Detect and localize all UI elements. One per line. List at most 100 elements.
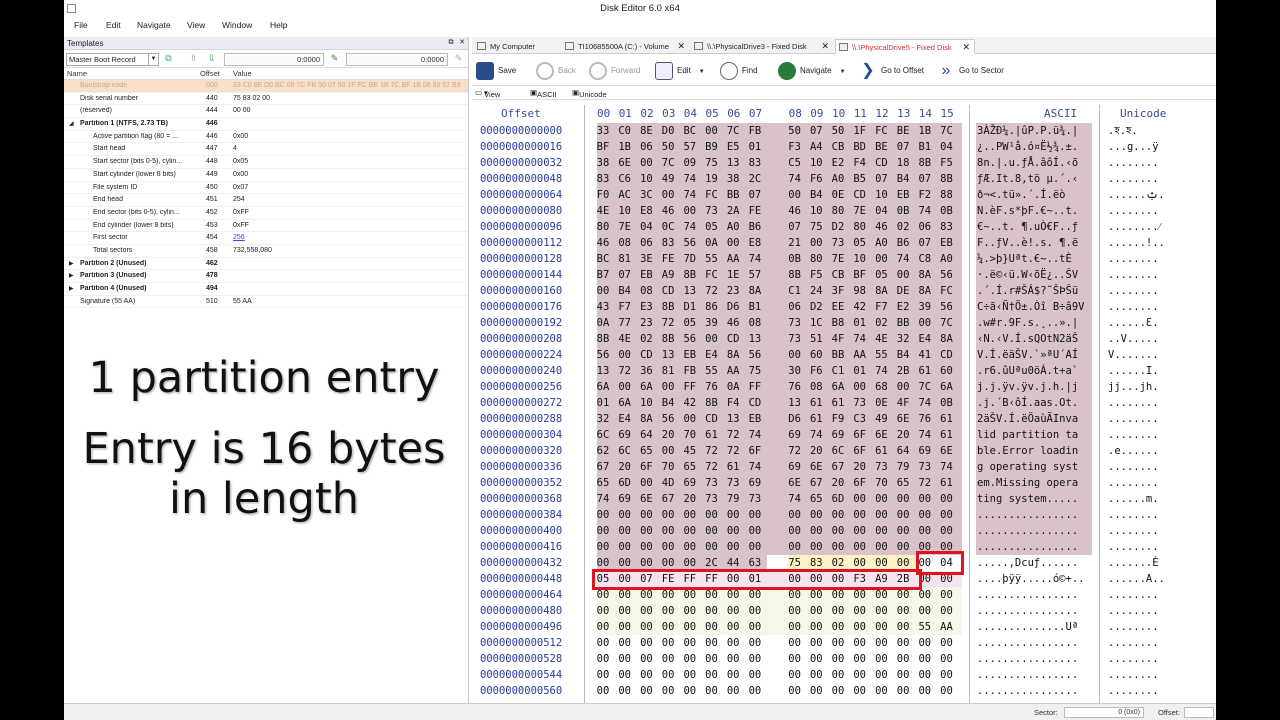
hex-byte[interactable]: 00 [724,651,742,667]
hex-byte[interactable]: 00 [807,539,825,555]
hex-byte[interactable]: AA [724,363,742,379]
hex-byte[interactable]: 83 [746,155,764,171]
hex-row[interactable]: 33 C0 8E D0 BC 00 7C FB 50 07 50 1F FC BE 1B 7C [597,123,967,139]
hex-byte[interactable]: FC [703,267,721,283]
hex-byte[interactable]: 55 [703,363,721,379]
hex-byte[interactable]: F3 [786,139,804,155]
hex-byte[interactable]: D6 [724,299,742,315]
hex-byte[interactable]: 00 [616,635,634,651]
hex-byte[interactable]: C1 [786,283,804,299]
hex-byte[interactable]: B4 [659,395,677,411]
hex-byte[interactable]: 00 [829,651,847,667]
hex-byte[interactable]: 00 [829,635,847,651]
ascii-row[interactable]: .....,Dcuƒ...... [977,555,1097,571]
hex-byte[interactable]: 13 [594,363,612,379]
hex-byte[interactable]: 4E [616,331,634,347]
hex-byte[interactable]: BB [724,187,742,203]
close-tab-icon[interactable]: ✕ [677,39,685,54]
hex-byte[interactable]: 00 [703,683,721,699]
hex-byte[interactable]: 00 [746,667,764,683]
hex-byte[interactable]: 72 [616,363,634,379]
hex-byte[interactable]: 00 [851,523,869,539]
hex-byte[interactable]: 76 [786,379,804,395]
hex-byte[interactable]: 13 [724,411,742,427]
hex-byte[interactable]: 02 [894,219,912,235]
template-row[interactable]: Partition 1 (NTFS, 2.73 TB) ◢ 446 [64,118,468,131]
hex-row[interactable]: 46 08 06 83 56 0A 00 E8 21 00 73 05 A0 B6 07 EB [597,235,967,251]
hex-byte[interactable]: 00 [724,603,742,619]
hex-byte[interactable]: 06 [916,219,934,235]
hex-byte[interactable]: 00 [659,619,677,635]
hex-byte[interactable]: 3E [637,251,655,267]
hex-byte[interactable]: 08 [746,315,764,331]
offset-field-2[interactable]: 0:0000 [346,53,448,66]
hex-byte[interactable]: 67 [807,475,825,491]
hex-byte[interactable]: 01 [594,395,612,411]
template-row[interactable]: First sector 454 256 [64,232,468,245]
go-to-sector-button[interactable]: » Go to Sector [937,62,1004,80]
hex-byte[interactable]: 80 [594,219,612,235]
hex-byte[interactable]: 00 [616,651,634,667]
hex-byte[interactable]: 00 [703,667,721,683]
hex-byte[interactable]: 02 [872,315,890,331]
ascii-row[interactable]: 3ÀŽÐ¼.|ûP.P.ü¾.| [977,123,1097,139]
hex-byte[interactable]: 00 [807,667,825,683]
hex-byte[interactable]: 00 [681,635,699,651]
hex-byte[interactable]: 73 [786,331,804,347]
hex-byte[interactable]: 00 [703,603,721,619]
hex-byte[interactable]: 00 [681,683,699,699]
hex-byte[interactable]: 61 [938,475,956,491]
hex-byte[interactable]: 57 [746,267,764,283]
hex-byte[interactable]: 00 [703,507,721,523]
hex-byte[interactable]: 00 [938,491,956,507]
hex-byte[interactable]: 00 [872,523,890,539]
hex-byte[interactable]: 07 [872,171,890,187]
hex-byte[interactable]: 00 [894,491,912,507]
hex-byte[interactable]: BC [594,251,612,267]
hex-byte[interactable]: 8A [746,283,764,299]
collapse-icon[interactable]: ◢ [69,120,74,127]
hex-byte[interactable]: 00 [807,619,825,635]
hex-byte[interactable]: 56 [681,331,699,347]
template-row[interactable]: End head 451 254 [64,194,468,207]
hex-byte[interactable]: 00 [894,603,912,619]
hex-byte[interactable]: 00 [681,203,699,219]
hex-byte[interactable]: 42 [681,395,699,411]
hex-byte[interactable]: EB [637,267,655,283]
hex-byte[interactable]: 00 [681,411,699,427]
hex-row[interactable]: 62 6C 65 00 45 72 72 6F 72 20 6C 6F 61 64 69 6E [597,443,967,459]
hex-byte[interactable]: 8E [637,123,655,139]
hex-byte[interactable]: 73 [746,491,764,507]
ascii-row[interactable]: V.Í.ëäŠV.`»ªU´AÍ [977,347,1097,363]
hex-byte[interactable]: 6F [851,475,869,491]
hex-byte[interactable]: 00 [872,507,890,523]
hex-byte[interactable]: 75 [746,363,764,379]
unicode-row[interactable]: ...g...ÿ [1108,139,1208,155]
ascii-row[interactable]: g operating syst [977,459,1097,475]
unicode-row[interactable]: ......m. [1108,491,1208,507]
hex-byte[interactable]: 20 [807,443,825,459]
hex-byte[interactable]: FF [746,379,764,395]
hex-byte[interactable]: 6E [872,427,890,443]
hex-byte[interactable]: 6F [851,427,869,443]
hex-byte[interactable]: 00 [724,667,742,683]
navigate-button[interactable]: Navigate ▼ [778,62,846,80]
hex-byte[interactable]: FF [681,379,699,395]
hex-byte[interactable]: 00 [894,267,912,283]
hex-byte[interactable]: 00 [724,235,742,251]
hex-byte[interactable]: 7C [659,155,677,171]
hex-byte[interactable]: 00 [872,635,890,651]
hex-byte[interactable]: 00 [829,507,847,523]
col-offset[interactable]: Offset [200,69,220,78]
menu-navigate[interactable]: Navigate [137,20,171,30]
template-row[interactable]: Start cylinder (lower 8 bits) 449 0x00 [64,169,468,182]
ascii-row[interactable]: €~..t. ¶.uÒ€F..ƒ [977,219,1097,235]
hex-byte[interactable]: 45 [681,443,699,459]
hex-byte[interactable]: 00 [659,187,677,203]
hex-byte[interactable]: 00 [786,635,804,651]
hex-byte[interactable]: 6C [829,443,847,459]
hex-byte[interactable]: 00 [659,651,677,667]
template-row[interactable]: File system ID 450 0x07 [64,182,468,195]
hex-byte[interactable]: 76 [916,411,934,427]
hex-byte[interactable]: 10 [637,395,655,411]
